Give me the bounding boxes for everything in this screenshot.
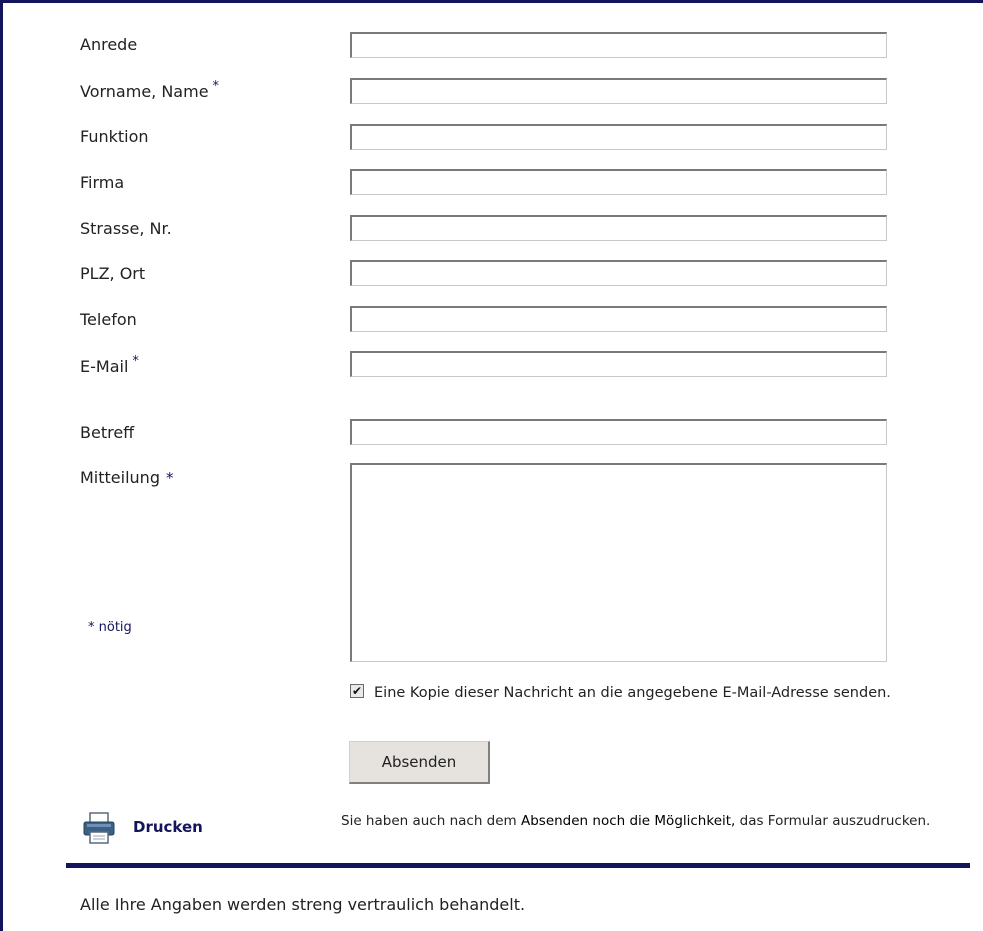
label-text: Betreff [80,423,135,442]
required-note: * nötig [88,620,132,635]
funktion-input[interactable] [350,124,887,150]
divider [66,863,970,868]
label-funktion: Funktion [80,127,149,146]
print-note-highlight: Absenden noch die Möglichkeit, [520,813,736,829]
label-anrede: Anrede [80,35,137,54]
copy-checkbox-label: Eine Kopie dieser Nachricht an die angeg… [374,685,891,701]
label-telefon: Telefon [80,310,137,329]
betreff-input[interactable] [350,419,887,445]
print-note-prefix: Sie haben auch nach dem [341,813,521,829]
message-textarea[interactable] [350,463,887,662]
label-betreff: Betreff [80,423,134,442]
label-plz: PLZ, Ort [80,264,145,283]
print-link[interactable]: Drucken [133,818,203,836]
printer-icon[interactable] [82,811,116,845]
print-note-suffix: das Formular auszudrucken. [735,813,931,829]
label-strasse: Strasse, Nr. [80,219,172,238]
print-note: Sie haben auch nach dem Absenden noch di… [341,810,941,832]
required-marker: * [212,79,220,94]
label-firma: Firma [80,173,124,192]
label-text: Funktion [80,127,149,146]
label-text: E-Mail [80,357,129,376]
label-text: Firma [80,173,125,192]
frame-left-border [0,0,3,931]
required-marker: * [132,354,139,369]
label-mitteilung: Mitteilung * [80,468,173,487]
name-input[interactable] [350,78,887,104]
privacy-notice: Alle Ihre Angaben werden streng vertraul… [80,895,526,914]
label-text: PLZ, Ort [80,264,146,283]
label-text: Mitteilung [80,468,160,487]
label-text: Vorname, Name [80,82,209,101]
frame-top-border [0,0,983,3]
label-text: Telefon [80,310,137,329]
label-text: Anrede [80,35,138,54]
firma-input[interactable] [350,169,887,195]
required-marker: * [165,469,174,487]
label-email: E-Mail * [80,354,139,376]
anrede-input[interactable] [350,32,887,58]
strasse-input[interactable] [350,215,887,241]
label-name: Vorname, Name * [80,79,220,101]
email-input[interactable] [350,351,887,377]
submit-button[interactable]: Absenden [349,741,490,784]
label-text: Strasse, Nr. [80,219,172,238]
plz-ort-input[interactable] [350,260,887,286]
telefon-input[interactable] [350,306,887,332]
